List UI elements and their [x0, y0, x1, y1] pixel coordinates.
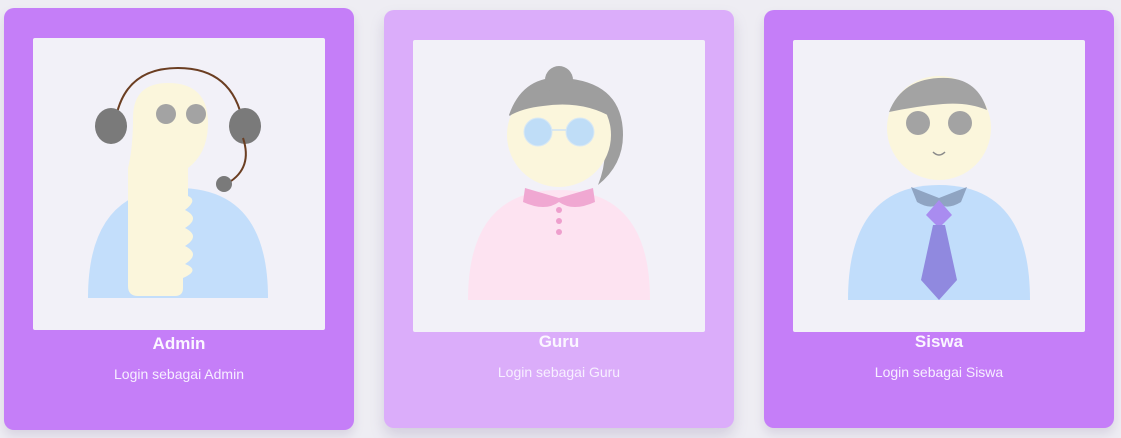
card-subtitle: Login sebagai Siswa	[874, 364, 1004, 380]
card-subtitle: Login sebagai Guru	[497, 364, 621, 380]
student-avatar-icon	[848, 76, 1030, 300]
siswa-avatar-frame	[793, 40, 1085, 332]
card-title: Admin	[152, 334, 206, 353]
login-card-admin[interactable]: Admin Login sebagai Admin	[4, 8, 354, 430]
card-title: Siswa	[914, 332, 964, 351]
login-card-siswa[interactable]: Siswa Login sebagai Siswa	[764, 10, 1114, 428]
login-card-guru[interactable]: Guru Login sebagai Guru	[384, 10, 734, 428]
teacher-avatar-icon	[468, 66, 650, 300]
guru-avatar-frame	[413, 40, 705, 332]
admin-avatar-icon	[88, 66, 268, 298]
admin-avatar-frame	[33, 38, 325, 330]
card-subtitle: Login sebagai Admin	[114, 366, 244, 382]
card-title: Guru	[538, 332, 580, 351]
